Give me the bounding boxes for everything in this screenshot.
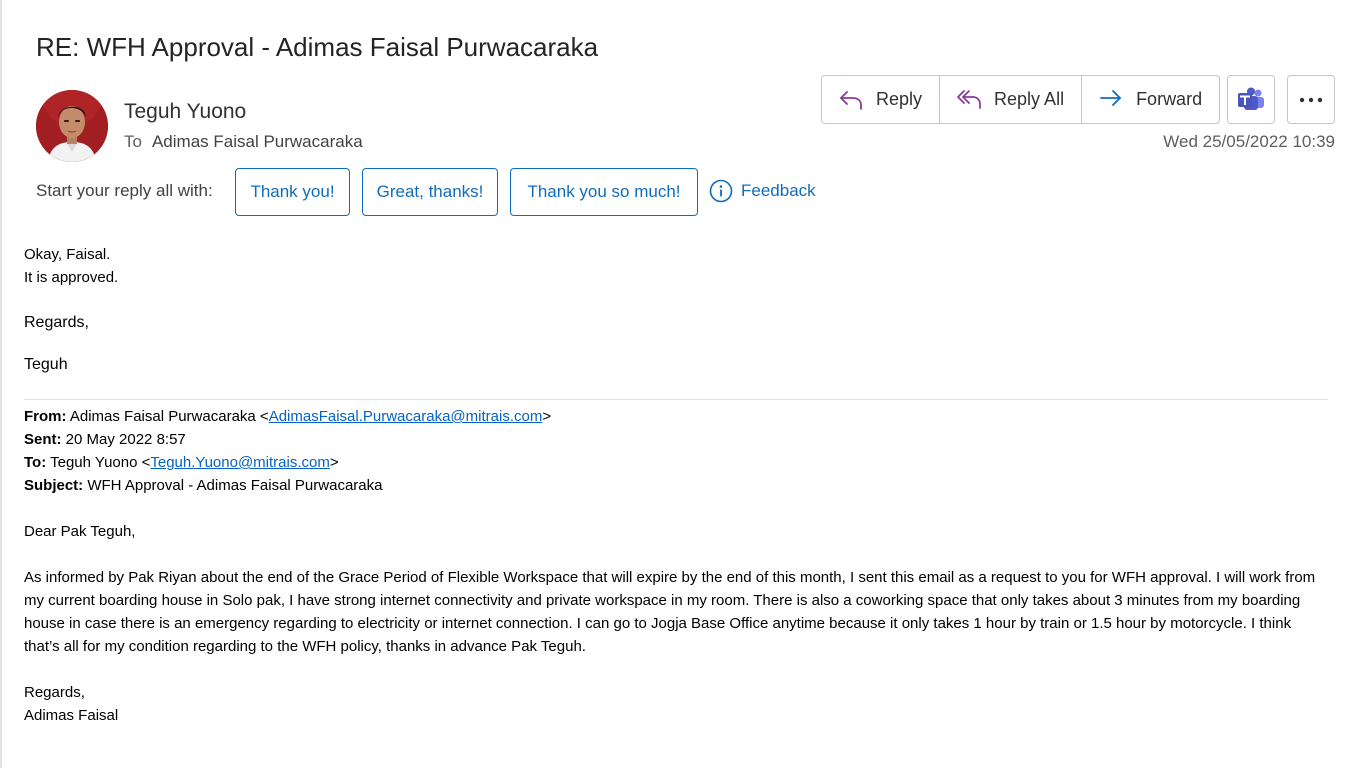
quoted-sent-label: Sent: <box>24 431 62 448</box>
quoted-to-email-link[interactable]: Teguh.Yuono@mitrais.com <box>150 454 329 471</box>
body-line: Okay, Faisal. <box>24 246 111 263</box>
quick-reply-thank-you[interactable]: Thank you! <box>235 168 350 216</box>
email-date: Wed 25/05/2022 10:39 <box>1163 132 1335 151</box>
reply-label: Reply <box>876 89 923 109</box>
forward-label: Forward <box>1136 89 1203 109</box>
info-icon <box>709 179 733 203</box>
quoted-from-label: From: <box>24 408 67 425</box>
reading-pane-border <box>0 0 2 768</box>
quoted-subject: Subject: WFH Approval - Adimas Faisal Pu… <box>24 474 1328 497</box>
quoted-sent-value: 20 May 2022 8:57 <box>65 431 186 448</box>
reply-signature: Teguh <box>24 356 68 373</box>
quoted-message: From: Adimas Faisal Purwacaraka <AdimasF… <box>24 405 1328 727</box>
feedback-label: Feedback <box>741 181 816 200</box>
feedback-link[interactable]: Feedback <box>709 179 816 203</box>
quick-reply-great-thanks[interactable]: Great, thanks! <box>362 168 498 216</box>
quoted-subject-value: WFH Approval - Adimas Faisal Purwacaraka <box>87 477 383 494</box>
quoted-regards: Regards, <box>24 684 85 701</box>
quoted-to-label: To: <box>24 454 47 471</box>
quick-reply-label: Start your reply all with: <box>36 181 213 200</box>
quoted-subject-label: Subject: <box>24 477 84 494</box>
recipient-name[interactable]: Adimas Faisal Purwacaraka <box>152 132 363 151</box>
email-subject: RE: WFH Approval - Adimas Faisal Purwaca… <box>36 32 599 62</box>
reply-icon <box>840 90 862 110</box>
quoted-paragraph: As informed by Pak Riyan about the end o… <box>24 569 1316 655</box>
reply-button[interactable]: Reply <box>822 76 939 123</box>
quoted-header: From: Adimas Faisal Purwacaraka <AdimasF… <box>24 405 1328 497</box>
quoted-greeting: Dear Pak Teguh, <box>24 523 136 540</box>
reply-all-button[interactable]: Reply All <box>939 76 1081 123</box>
reply-text: Okay, Faisal. It is approved. <box>24 243 118 289</box>
more-options-icon <box>1299 97 1323 102</box>
quoted-from-name: Adimas Faisal Purwacaraka <box>69 408 256 425</box>
sender-avatar[interactable] <box>36 90 108 162</box>
reply-regards: Regards, <box>24 314 89 331</box>
teams-button[interactable] <box>1227 75 1275 124</box>
reply-actions-group: Reply Reply All Forward <box>821 75 1221 124</box>
forward-button[interactable]: Forward <box>1081 76 1219 123</box>
more-options-button[interactable] <box>1287 75 1335 124</box>
reply-all-icon <box>957 89 981 109</box>
quoted-from: From: Adimas Faisal Purwacaraka <AdimasF… <box>24 408 552 425</box>
quick-reply-thank-you-so-much[interactable]: Thank you so much! <box>510 168 698 216</box>
quoted-divider <box>24 399 1328 400</box>
quoted-to: To: Teguh Yuono <Teguh.Yuono@mitrais.com… <box>24 454 339 471</box>
quoted-signature: Adimas Faisal <box>24 707 119 724</box>
teams-icon <box>1238 87 1264 110</box>
body-line: It is approved. <box>24 269 119 286</box>
forward-icon <box>1100 89 1121 106</box>
quoted-sent: Sent: 20 May 2022 8:57 <box>24 428 1328 451</box>
quoted-from-email-link[interactable]: AdimasFaisal.Purwacaraka@mitrais.com <box>269 408 543 425</box>
to-label: To <box>124 132 142 151</box>
recipient-line: To Adimas Faisal Purwacaraka <box>124 132 363 152</box>
sender-name[interactable]: Teguh Yuono <box>124 100 246 124</box>
quoted-to-name: Teguh Yuono <box>50 454 138 471</box>
reply-all-label: Reply All <box>994 89 1065 109</box>
